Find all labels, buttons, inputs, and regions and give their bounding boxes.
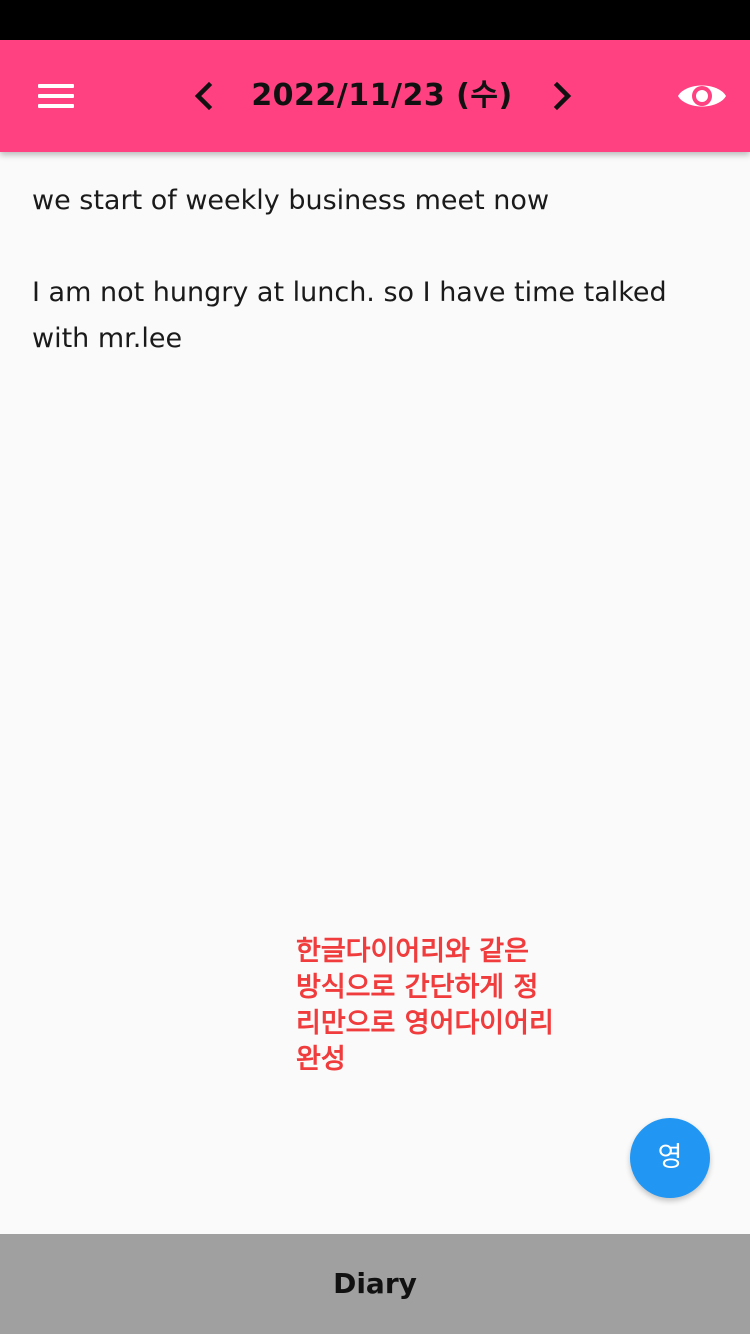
previous-day-button[interactable] bbox=[178, 70, 230, 122]
chevron-left-icon bbox=[194, 81, 213, 111]
language-toggle-fab[interactable]: 영 bbox=[630, 1118, 710, 1198]
annotation-caption: 한글다이어리와 같은 방식으로 간단하게 정리만으로 영어다이어리 완성 bbox=[296, 936, 554, 1075]
menu-button[interactable] bbox=[20, 68, 92, 124]
diary-line: with mr.lee bbox=[32, 323, 183, 354]
eye-icon bbox=[678, 85, 726, 107]
diary-line: we start of weekly business meet now bbox=[32, 185, 550, 216]
diary-content[interactable]: we start of weekly business meet now I a… bbox=[32, 178, 722, 362]
bottom-navigation-bar: Diary bbox=[0, 1234, 750, 1334]
visibility-toggle-button[interactable] bbox=[674, 68, 730, 124]
chevron-right-icon bbox=[553, 81, 572, 111]
date-title[interactable]: 2022/11/23 (수) bbox=[240, 76, 524, 116]
tab-diary[interactable]: Diary bbox=[333, 1264, 417, 1304]
diary-line: I am not hungry at lunch. so I have time… bbox=[32, 277, 667, 308]
hamburger-menu-icon bbox=[38, 84, 74, 88]
status-bar bbox=[0, 0, 750, 40]
app-bar: 2022/11/23 (수) bbox=[0, 40, 750, 152]
next-day-button[interactable] bbox=[536, 70, 588, 122]
